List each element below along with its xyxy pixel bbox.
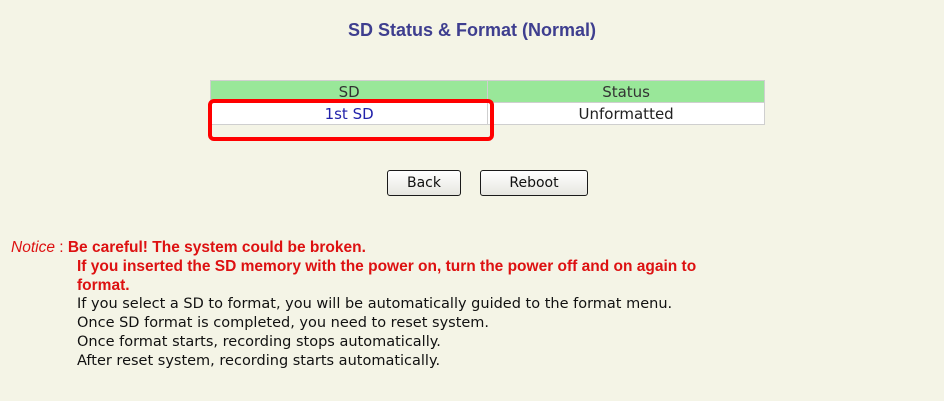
sd-cell[interactable]: 1st SD (209, 102, 489, 125)
notice-warning-line: format. (77, 277, 130, 294)
notice-warning-line: Be careful! The system could be broken. (67, 239, 366, 256)
table-row: 1st SD Unformatted (209, 102, 765, 125)
notice-info-line: After reset system, recording starts aut… (77, 353, 441, 369)
sd-status-table: SD Status 1st SD Unformatted (209, 80, 765, 125)
reboot-button[interactable]: Reboot (480, 170, 588, 196)
status-cell: Unformatted (487, 102, 765, 125)
notice-label: Notice (11, 239, 55, 256)
notice-separator: : (54, 239, 68, 256)
notice-first-line: Notice : Be careful! The system could be… (11, 238, 944, 257)
back-button[interactable]: Back (387, 170, 461, 196)
notice-info-line: If you select a SD to format, you will b… (77, 296, 673, 312)
column-header-status: Status (487, 80, 765, 103)
sd-select-link[interactable]: 1st SD (325, 105, 374, 123)
table-header-row: SD Status (209, 80, 765, 103)
notice-info-line: Once format starts, recording stops auto… (77, 334, 441, 350)
notice-section: Notice : Be careful! The system could be… (11, 238, 944, 371)
notice-warning-line: If you inserted the SD memory with the p… (77, 258, 697, 275)
page-title: SD Status & Format (Normal) (347, 20, 597, 40)
notice-info-line: Once SD format is completed, you need to… (77, 315, 490, 331)
column-header-sd: SD (209, 80, 489, 103)
